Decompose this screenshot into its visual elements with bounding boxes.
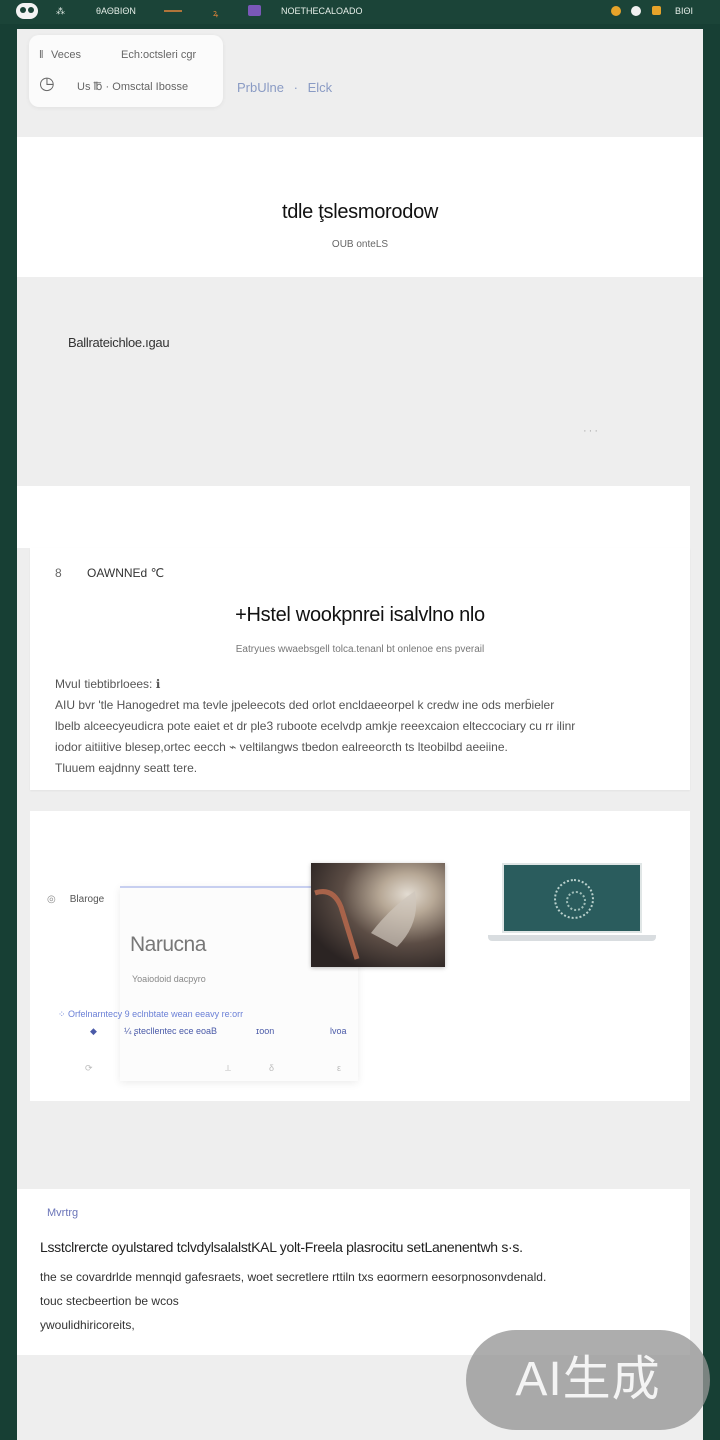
- gallery-label-text: Blaroge: [69, 894, 105, 905]
- article-line: iodor aitiitive blesep,ortec eecch ⌁ vel…: [55, 740, 508, 754]
- row-text: ɪoon: [256, 1026, 275, 1036]
- laptop-base: [488, 935, 656, 941]
- status-label: ꝝ: [213, 8, 219, 18]
- breadcrumb-item[interactable]: PrbUlne: [237, 80, 284, 95]
- photo-thumbnail[interactable]: [311, 863, 445, 967]
- article-card: 8 OAWNNEd ℃ +Hstel wookpnrei isalvlno nlo…: [30, 548, 690, 790]
- section-title: Ballrateichloe.ıgau: [68, 335, 170, 350]
- logo-icon: [554, 879, 594, 919]
- popup-text: Us ℔ · Omsctal Ibosse: [77, 81, 189, 93]
- window-icon[interactable]: [248, 5, 261, 16]
- preview-title: Narucna: [130, 933, 206, 956]
- app-switcher-icon[interactable]: [16, 3, 38, 19]
- footer-icon[interactable]: δ: [269, 1063, 274, 1073]
- popup-label: Veces: [51, 49, 81, 61]
- news-line: the se covardrlde mennqid gafesraets, wo…: [40, 1270, 547, 1284]
- info-popup[interactable]: ǁ Veces Ech:octsleri cgr ◷ Us ℔ · Omscta…: [29, 35, 223, 107]
- news-line: touc stecbeertion be wcos: [40, 1294, 179, 1308]
- article-author[interactable]: OAWNNEd ℃: [87, 566, 164, 580]
- hero-card: tdle ţslesmorodow OUB onteLS: [17, 137, 703, 277]
- preview-link[interactable]: ⁘ Orfelnarntecy 9 eclnbtate wean eeavy r…: [58, 1009, 243, 1020]
- ai-watermark: AI生成: [466, 1330, 710, 1430]
- article-body: MvuI tiebtibrloees: ℹ AIU bvr 'tle Hanog…: [55, 674, 675, 779]
- row-text[interactable]: ¼ ʂtecllentec ece eoaB: [124, 1026, 217, 1036]
- row-text: lvoa: [330, 1026, 347, 1036]
- article-line: AIU bvr 'tle Hanogedret ma tevle jpeleec…: [55, 698, 555, 712]
- laptop-thumbnail[interactable]: [502, 863, 642, 933]
- row-icon: ◆: [90, 1026, 97, 1036]
- battery-icon: [652, 6, 661, 15]
- gallery-label: ◎ Blaroge: [47, 894, 104, 905]
- status-indicator-icon: [631, 6, 641, 16]
- article-line: MvuI tiebtibrloees: ℹ: [55, 677, 161, 691]
- status-label: ⁂: [56, 6, 65, 16]
- popup-value: Ech:octsleri cgr: [121, 49, 197, 61]
- article-header: 8 OAWNNEd ℃: [55, 566, 164, 580]
- gallery-card: ◎ Blaroge Narucna Yoaiodoid dacpyro ⁘ Orf…: [30, 811, 690, 1101]
- article-line: Tluuem eajdnny seatt tere.: [55, 761, 198, 775]
- more-icon[interactable]: ···: [583, 425, 600, 437]
- gallery-icon: ◎: [47, 894, 56, 905]
- article-meta: Eatryues wwaebsgell tolca.tenanl bt onle…: [235, 644, 485, 655]
- news-tag[interactable]: Mvrtrg: [47, 1207, 78, 1219]
- page-subtitle: OUB onteLS: [331, 239, 389, 250]
- article-line: lbelb alceecyeudicra pote eaiet et dr pl…: [55, 719, 576, 733]
- breadcrumb: PrbUlne · Elck: [237, 80, 338, 95]
- page-sheet: ǁ Veces Ech:octsleri cgr ◷ Us ℔ · Omscta…: [17, 29, 703, 1440]
- news-body: the se covardrlde mennqid gafesraets, wo…: [40, 1265, 660, 1337]
- preview-subtitle: Yoaiodoid dacpyro: [132, 974, 206, 984]
- article-title[interactable]: +Hstel wookpnrei isalvlno nlo: [30, 604, 690, 627]
- breadcrumb-separator: ·: [293, 80, 298, 95]
- clock-icon: ◷: [39, 73, 55, 93]
- article-icon: 8: [55, 566, 62, 580]
- clock: ΒΙΘΙ: [675, 6, 694, 16]
- news-title[interactable]: Lsstclrercte oyulstared tclvdylsalalstKA…: [40, 1239, 680, 1255]
- page-title: tdle ţslesmorodow: [281, 201, 439, 223]
- status-label: θΑΘΒΙΘΝ: [96, 6, 136, 16]
- clip-icon: ǁ: [39, 49, 44, 61]
- status-divider: [164, 10, 182, 12]
- status-bar: ⁂ θΑΘΒΙΘΝ ꝝ NOETHECALOADO ΒΙΘΙ: [0, 0, 720, 24]
- breadcrumb-item[interactable]: Elck: [308, 80, 333, 95]
- status-indicator-icon: [611, 6, 621, 16]
- status-title: NOETHECALOADO: [281, 6, 363, 16]
- footer-icon[interactable]: ⟂: [225, 1063, 231, 1074]
- spacer-card: [17, 486, 690, 548]
- photo-art: [314, 889, 417, 960]
- footer-icon[interactable]: ε: [337, 1063, 341, 1073]
- footer-icon[interactable]: ⟳: [85, 1063, 93, 1074]
